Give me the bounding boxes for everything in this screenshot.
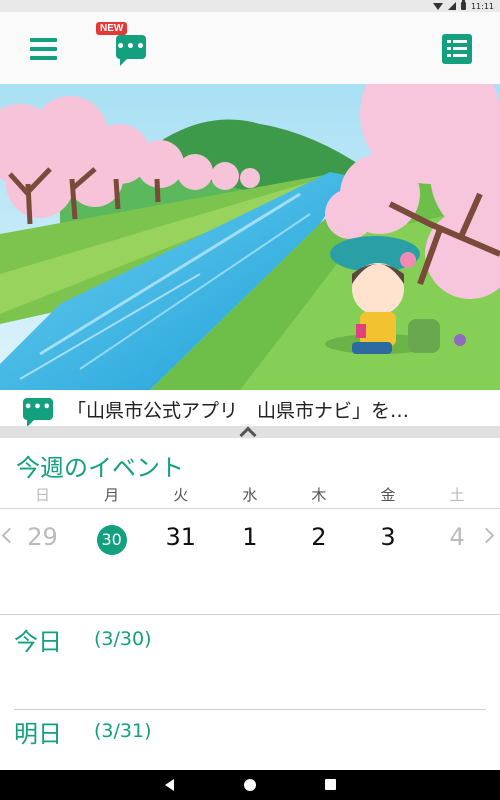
weekday-wed: 水 (242, 486, 258, 504)
list-view-icon[interactable] (442, 34, 472, 64)
home-icon[interactable] (244, 779, 256, 791)
battery-icon (460, 0, 466, 10)
tomorrow-label: 明日 (14, 720, 62, 748)
date-number: 3 (380, 523, 396, 551)
weekday-sun: 日 (35, 486, 51, 504)
date-number: 31 (165, 523, 196, 551)
weekday-tue: 火 (173, 486, 189, 504)
app-bar: ••• NEW (0, 12, 500, 85)
day-divider (14, 709, 486, 710)
date-number: 4 (449, 523, 465, 551)
weekday-sat: 土 (449, 486, 465, 504)
status-bar: 11:11 (0, 0, 500, 12)
hamburger-menu-icon[interactable] (30, 38, 57, 60)
status-time: 11:11 (470, 1, 494, 11)
system-nav-bar (0, 770, 500, 800)
chat-bubble-icon: ••• (116, 35, 146, 66)
collapse-handle[interactable] (0, 426, 500, 444)
news-ticker[interactable]: ••• 「山県市公式アプリ 山県市ナビ」を… (0, 390, 500, 427)
news-chat-button[interactable]: ••• NEW (96, 22, 152, 78)
date-number: 30 (96, 525, 127, 555)
date-cell[interactable]: 1 (215, 518, 284, 558)
section-divider (0, 614, 500, 615)
date-cell[interactable]: 29 (8, 518, 77, 558)
date-cell[interactable]: 31 (146, 518, 215, 558)
calendar-divider (0, 508, 500, 509)
wifi-icon (432, 2, 443, 10)
events-section-title: 今週のイベント (16, 454, 184, 482)
today-label: 今日 (14, 628, 62, 656)
news-chat-icon: ••• (23, 398, 53, 427)
weekday-thu: 木 (311, 486, 327, 504)
back-icon[interactable] (165, 779, 174, 791)
date-number: 1 (242, 523, 258, 551)
news-headline: 「山県市公式アプリ 山県市ナビ」を… (67, 400, 410, 422)
chevron-up-icon (239, 426, 257, 444)
banner-illustration[interactable] (0, 84, 500, 390)
tomorrow-date: (3/31) (94, 720, 152, 742)
date-cell-today[interactable]: 30 (77, 518, 146, 558)
date-number: 2 (311, 523, 327, 551)
recent-apps-icon[interactable] (325, 779, 336, 790)
date-cell[interactable]: 3 (353, 518, 422, 558)
week-dates: 29 30 31 1 2 3 4 (8, 518, 492, 558)
weekday-fri: 金 (380, 486, 396, 504)
today-date: (3/30) (94, 628, 152, 650)
new-badge: NEW (96, 22, 128, 35)
date-cell[interactable]: 2 (284, 518, 353, 558)
weekday-mon: 月 (104, 486, 120, 504)
signal-icon (447, 2, 456, 10)
weekday-header: 日 月 火 水 木 金 土 (8, 484, 492, 508)
date-number: 29 (27, 523, 58, 551)
